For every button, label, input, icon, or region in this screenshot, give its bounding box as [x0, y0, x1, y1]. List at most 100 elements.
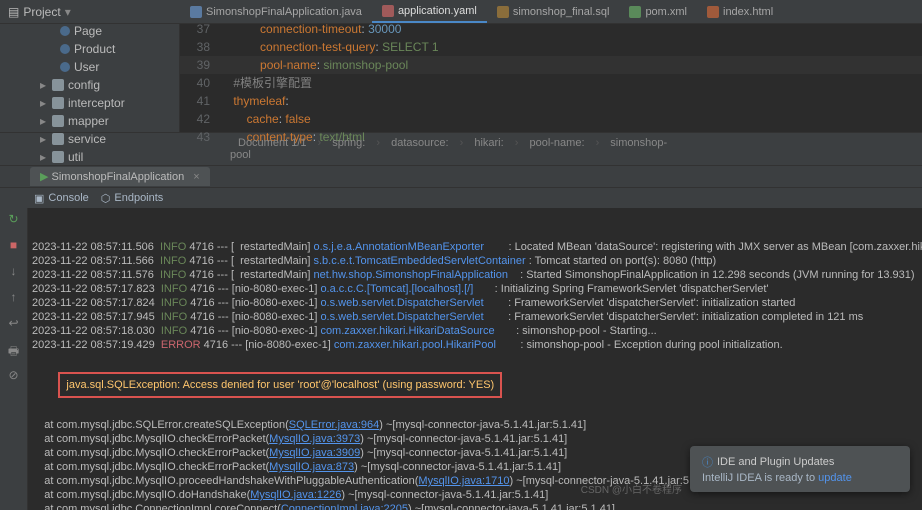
breadcrumb-item[interactable]: datasource: — [391, 137, 448, 149]
line-number: 42 — [180, 110, 220, 128]
class-icon — [60, 44, 70, 54]
run-tab[interactable]: ▶ SimonshopFinalApplication × — [30, 167, 210, 186]
log-line: 2023-11-22 08:57:18.030 INFO 4716 --- [n… — [32, 324, 918, 338]
code-line[interactable]: 42 cache: false — [180, 110, 922, 128]
expand-icon[interactable]: ▸ — [40, 78, 48, 92]
editor-tab[interactable]: simonshop_final.sql — [487, 1, 620, 23]
tree-label: util — [68, 150, 83, 164]
rerun-button[interactable]: ↻ — [6, 212, 22, 228]
tab-label: simonshop_final.sql — [513, 6, 610, 18]
exception-highlight: java.sql.SQLException: Access denied for… — [58, 372, 502, 398]
file-icon — [497, 6, 509, 18]
wrap-button[interactable]: ↩ — [6, 316, 22, 332]
tree-item[interactable]: Page — [0, 22, 179, 40]
project-tool-label[interactable]: ▤ Project ▾ — [8, 5, 71, 19]
down-button[interactable]: ↓ — [6, 264, 22, 280]
expand-icon[interactable]: ▸ — [40, 96, 48, 110]
endpoints-tab-label: Endpoints — [114, 192, 163, 204]
endpoints-tab[interactable]: ⬡ Endpoints — [101, 192, 164, 205]
editor-tab[interactable]: application.yaml — [372, 1, 487, 23]
source-link[interactable]: MysqlIO.java:1226 — [250, 489, 341, 501]
tab-label: pom.xml — [645, 6, 687, 18]
notif-link[interactable]: update — [818, 472, 852, 484]
tree-item[interactable]: ▸ interceptor — [0, 94, 179, 112]
editor-tab[interactable]: index.html — [697, 1, 783, 23]
run-tab-label: SimonshopFinalApplication — [52, 171, 185, 183]
line-number: 39 — [180, 56, 220, 74]
tree-label: Page — [74, 24, 102, 38]
file-icon — [629, 6, 641, 18]
dropdown-icon: ▾ — [65, 5, 71, 19]
editor-tab[interactable]: SimonshopFinalApplication.java — [180, 1, 372, 23]
code-line[interactable]: 41 thymeleaf: — [180, 92, 922, 110]
tab-label: application.yaml — [398, 5, 477, 17]
tree-item[interactable]: ▸mapper — [0, 112, 179, 130]
up-button[interactable]: ↑ — [6, 290, 22, 306]
console-tab-label: Console — [48, 192, 88, 204]
line-number: 43 — [180, 128, 220, 146]
breadcrumb-item[interactable]: spring: — [332, 137, 365, 149]
tree-item[interactable]: ▸ config — [0, 76, 179, 94]
folder-icon — [52, 79, 64, 91]
tree-item[interactable]: ▸ service — [0, 130, 179, 148]
log-line: 2023-11-22 08:57:19.429 ERROR 4716 --- [… — [32, 338, 918, 352]
stack-line: at com.mysql.jdbc.MysqlIO.checkErrorPack… — [32, 432, 918, 446]
log-line: 2023-11-22 08:57:17.823 INFO 4716 --- [n… — [32, 282, 918, 296]
line-number: 41 — [180, 92, 220, 110]
info-icon: ⓘ — [702, 454, 713, 470]
close-icon[interactable]: × — [193, 171, 199, 183]
line-number: 40 — [180, 74, 220, 92]
expand-icon[interactable]: ▸ — [40, 114, 48, 128]
tree-item[interactable]: User — [0, 58, 179, 76]
breadcrumb-item[interactable]: pool-name: — [529, 137, 584, 149]
breadcrumb-item[interactable]: hikari: — [474, 137, 503, 149]
project-icon: ▤ — [8, 5, 19, 19]
tree-item[interactable]: ▸ util — [0, 148, 179, 166]
watermark: CSDN @小白不卷程序 — [581, 481, 682, 496]
code-line[interactable]: 40 #模板引擎配置 — [180, 74, 922, 92]
folder-icon — [52, 115, 64, 127]
editor-tab[interactable]: pom.xml — [619, 1, 697, 23]
project-label-text: Project — [23, 5, 60, 19]
endpoints-icon: ⬡ — [101, 192, 111, 205]
file-icon — [190, 6, 202, 18]
source-link[interactable]: ConnectionImpl.java:2205 — [281, 503, 408, 510]
code-line[interactable]: 38 connection-test-query: SELECT 1 — [180, 38, 922, 56]
console-icon: ▣ — [34, 192, 44, 205]
tree-label: interceptor — [68, 96, 125, 110]
notif-msg: IntelliJ IDEA is ready to — [702, 472, 818, 484]
expand-icon[interactable]: ▸ — [40, 132, 48, 146]
source-link[interactable]: MysqlIO.java:3909 — [269, 447, 360, 459]
line-number: 38 — [180, 38, 220, 56]
log-line: 2023-11-22 08:57:11.576 INFO 4716 --- [ … — [32, 268, 918, 282]
tab-label: index.html — [723, 6, 773, 18]
source-link[interactable]: MysqlIO.java:3973 — [269, 433, 360, 445]
update-notification[interactable]: ⓘ IDE and Plugin Updates IntelliJ IDEA i… — [690, 446, 910, 492]
source-link[interactable]: MysqlIO.java:873 — [269, 461, 354, 473]
stop-button[interactable]: ■ — [6, 238, 22, 254]
tree-item[interactable]: Product — [0, 40, 179, 58]
log-line: 2023-11-22 08:57:17.824 INFO 4716 --- [n… — [32, 296, 918, 310]
source-link[interactable]: SQLError.java:964 — [289, 419, 380, 431]
clear-button[interactable]: ⊘ — [6, 368, 22, 384]
source-link[interactable]: MysqlIO.java:1710 — [418, 475, 509, 487]
tree-label: service — [68, 132, 106, 146]
log-line: 2023-11-22 08:57:17.945 INFO 4716 --- [n… — [32, 310, 918, 324]
editor-tabs: ▤ Project ▾ SimonshopFinalApplication.ja… — [0, 0, 922, 24]
notif-title: ⓘ IDE and Plugin Updates — [702, 454, 898, 470]
log-line: 2023-11-22 08:57:11.566 INFO 4716 --- [ … — [32, 254, 918, 268]
stack-line: at com.mysql.jdbc.ConnectionImpl.coreCon… — [32, 502, 918, 510]
code-line[interactable]: 39 pool-name: simonshop-pool — [180, 56, 922, 74]
breadcrumb-item[interactable]: Document 1/1 — [238, 137, 306, 149]
console-gutter: ↻ ■ ↓ ↑ ↩ 🖶 ⊘ — [0, 208, 28, 510]
expand-icon[interactable]: ▸ — [40, 150, 48, 164]
file-icon — [707, 6, 719, 18]
run-toolbar: ▣ Console ⬡ Endpoints — [0, 188, 922, 208]
file-icon — [382, 5, 394, 17]
folder-icon — [52, 151, 64, 163]
tree-label: config — [68, 78, 100, 92]
folder-icon — [52, 97, 64, 109]
tree-label: Product — [74, 42, 115, 56]
print-button[interactable]: 🖶 — [6, 342, 22, 358]
console-tab[interactable]: ▣ Console — [34, 192, 89, 205]
